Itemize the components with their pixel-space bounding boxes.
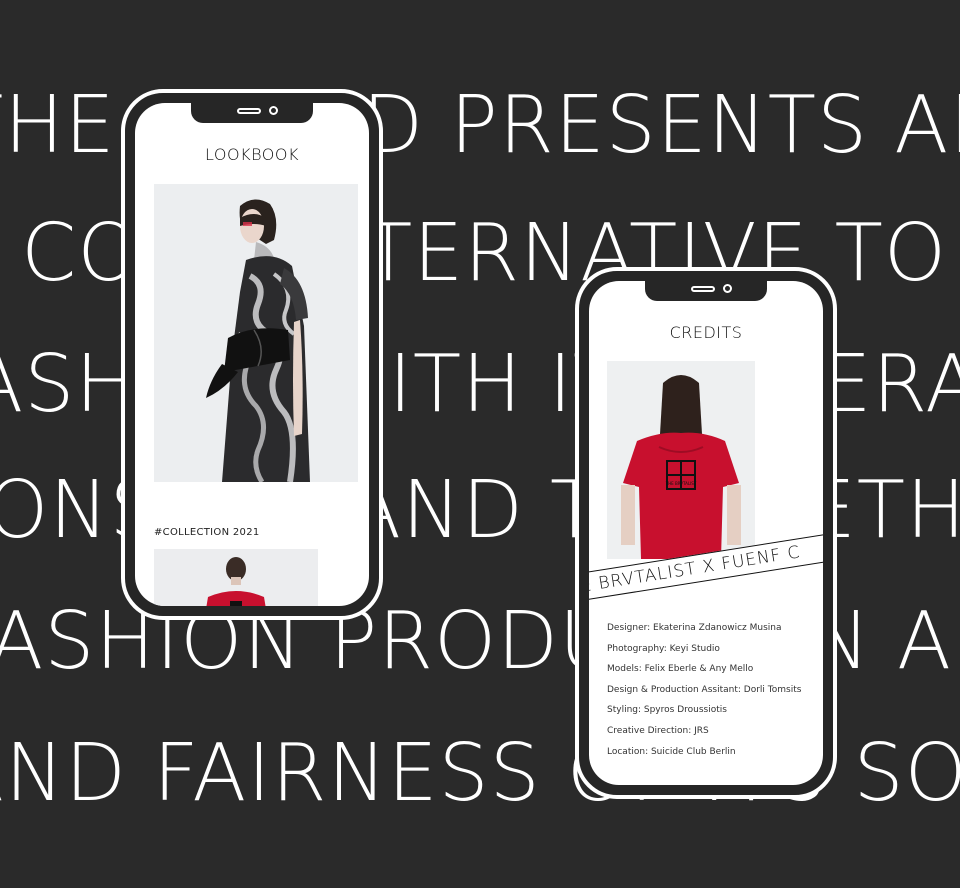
lookbook-second-photo[interactable]	[154, 549, 318, 606]
lookbook-model-photo[interactable]	[154, 184, 358, 482]
model-figure-illustration	[154, 184, 358, 482]
credit-creative-direction: Creative Direction: JRS	[607, 725, 709, 736]
credit-photography: Photography: Keyi Studio	[607, 643, 720, 654]
credit-location: Location: Suicide Club Berlin	[607, 746, 736, 757]
credit-styling: Styling: Spyros Droussiotis	[607, 705, 727, 716]
credits-model-photo[interactable]: THE BRVTALIST	[607, 361, 755, 559]
model-red-shirt-illustration: THE BRVTALIST	[607, 361, 755, 559]
credit-assistant: Design & Production Assitant: Dorli Toms…	[607, 684, 802, 695]
lookbook-screen[interactable]: LOOKBOOK #COLLECTION 2021	[135, 103, 369, 606]
credit-models: Models: Felix Eberle & Any Mello	[607, 664, 754, 675]
phone-notch	[641, 281, 771, 305]
camera-icon	[269, 106, 278, 115]
lookbook-title: LOOKBOOK	[205, 145, 299, 164]
collection-label: #COLLECTION 2021	[154, 527, 260, 538]
credits-phone-mockup: CREDITS THE BRVTALIST E BRVTALIST X FUEN…	[575, 267, 837, 799]
credit-designer: Designer: Ekaterina Zdanowicz Musina	[607, 623, 782, 633]
speaker-icon	[237, 108, 261, 114]
phone-notch	[187, 103, 317, 127]
credits-title: CREDITS	[669, 323, 743, 342]
lookbook-phone-mockup: LOOKBOOK #COLLECTION 2021	[121, 89, 383, 620]
camera-icon	[723, 284, 732, 293]
speaker-icon	[691, 286, 715, 292]
credits-screen[interactable]: CREDITS THE BRVTALIST E BRVTALIST X FUEN…	[589, 281, 823, 785]
shirt-logo-text: THE BRVTALIST	[665, 481, 697, 486]
credits-list: Designer: Ekaterina Zdanowicz Musina Pho…	[607, 622, 823, 766]
model-back-illustration	[154, 549, 318, 606]
